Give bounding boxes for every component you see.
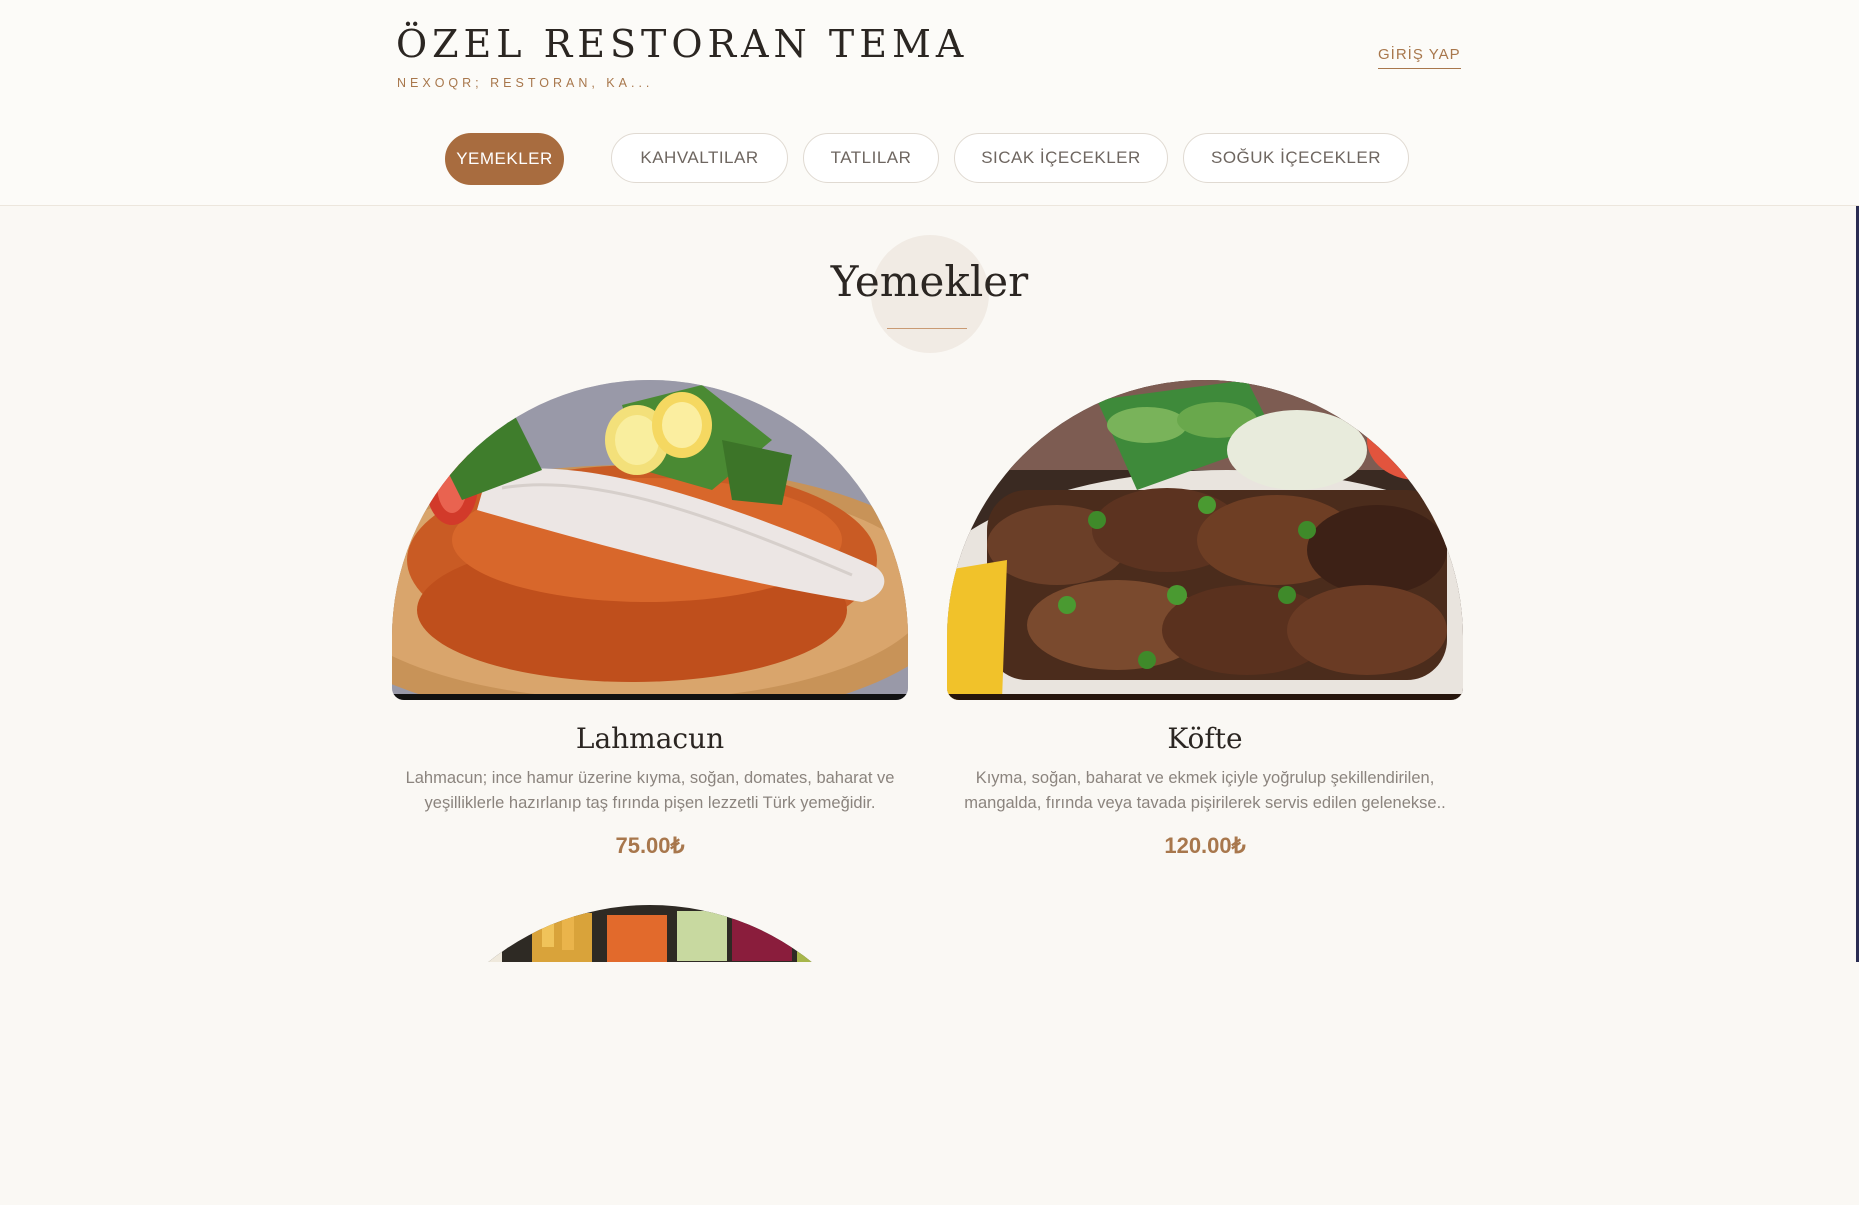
restaurant-title: ÖZEL RESTORAN TEMA: [396, 22, 969, 66]
title-underline: [887, 328, 967, 329]
menu-item-description: Lahmacun; ince hamur üzerine kıyma, soğa…: [405, 769, 895, 812]
menu-item-price: 75.00₺: [615, 833, 685, 858]
restaurant-subtitle: NEXOQR; RESTORAN, KA...: [397, 76, 654, 90]
menu-item-card[interactable]: Köfte Kıyma, soğan, baharat ve ekmek içi…: [947, 380, 1463, 859]
kofte-photo: [947, 380, 1463, 700]
tab-soguk-icecekler[interactable]: SOĞUK İÇECEKLER: [1183, 133, 1409, 183]
section-title: Yemekler: [830, 257, 1029, 306]
next-menu-item-photo[interactable]: [392, 905, 908, 1205]
menu-item-price: 120.00₺: [1164, 833, 1246, 858]
menu-item-card[interactable]: Lahmacun Lahmacun; ince hamur üzerine kı…: [392, 380, 908, 859]
menu-item-name: Köfte: [1167, 722, 1243, 755]
category-tabs: YEMEKLER KAHVALTILAR TATLILAR SICAK İÇEC…: [0, 133, 1859, 185]
menu-item-name: Lahmacun: [575, 722, 725, 755]
tab-tatlilar[interactable]: TATLILAR: [803, 133, 939, 183]
login-link[interactable]: GİRİŞ YAP: [1378, 46, 1461, 69]
tab-kahvaltilar[interactable]: KAHVALTILAR: [611, 133, 788, 183]
site-header: ÖZEL RESTORAN TEMA NEXOQR; RESTORAN, KA.…: [0, 0, 1859, 206]
lahmacun-photo: [392, 380, 908, 700]
tab-sicak-icecekler[interactable]: SICAK İÇECEKLER: [954, 133, 1168, 183]
section-header: Yemekler: [0, 235, 1859, 353]
menu-item-description: Kıyma, soğan, baharat ve ekmek içiyle yo…: [964, 769, 1446, 812]
tab-yemekler[interactable]: YEMEKLER: [445, 133, 564, 185]
